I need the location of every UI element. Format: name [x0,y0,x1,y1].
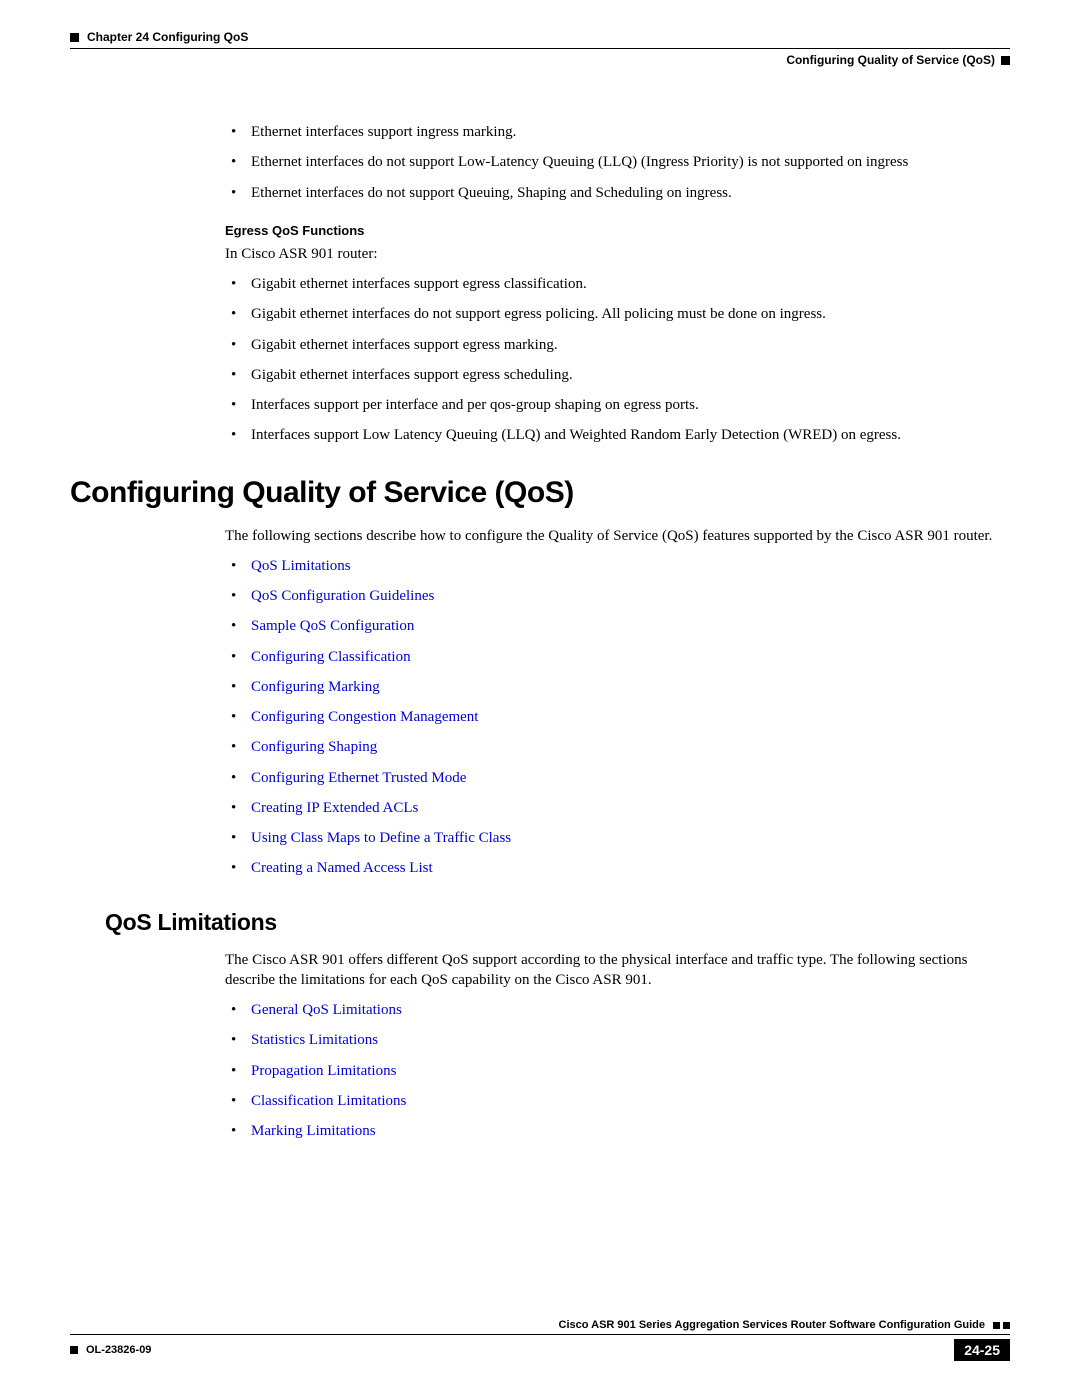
list-item: QoS Limitations [225,556,1000,576]
link-config-marking[interactable]: Configuring Marking [251,679,380,695]
link-class-maps[interactable]: Using Class Maps to Define a Traffic Cla… [251,830,511,846]
list-item: Gigabit ethernet interfaces support egre… [225,335,1000,355]
link-config-shaping[interactable]: Configuring Shaping [251,739,377,755]
list-item: Creating a Named Access List [225,858,1000,878]
list-item: Ethernet interfaces do not support Queui… [225,183,1000,203]
egress-list: Gigabit ethernet interfaces support egre… [225,274,1000,446]
header-marker-right-icon [1001,56,1010,65]
list-item: Configuring Ethernet Trusted Mode [225,768,1000,788]
list-item: Ethernet interfaces support ingress mark… [225,122,1000,142]
footer-left: OL-23826-09 [70,1344,151,1356]
main-heading: Configuring Quality of Service (QoS) [70,476,1010,510]
link-sample-qos-config[interactable]: Sample QoS Configuration [251,618,414,634]
link-statistics-lim[interactable]: Statistics Limitations [251,1032,378,1048]
footer-guide-title: Cisco ASR 901 Series Aggregation Service… [559,1319,985,1331]
link-propagation-lim[interactable]: Propagation Limitations [251,1063,396,1079]
footer-marker-icon [993,1322,1000,1329]
footer-markers [993,1322,1010,1329]
list-item: Sample QoS Configuration [225,616,1000,636]
list-item: Classification Limitations [225,1091,1000,1111]
footer-top: Cisco ASR 901 Series Aggregation Service… [70,1319,1010,1331]
list-item: Gigabit ethernet interfaces do not suppo… [225,304,1000,324]
list-item: Configuring Congestion Management [225,707,1000,727]
footer-bottom: OL-23826-09 24-25 [70,1335,1010,1361]
list-item: General QoS Limitations [225,1000,1000,1020]
limitations-heading: QoS Limitations [70,909,1010,936]
footer-marker-icon [1003,1322,1010,1329]
limitations-section: The Cisco ASR 901 offers different QoS s… [70,950,1010,1142]
list-item: QoS Configuration Guidelines [225,586,1000,606]
list-item: Interfaces support Low Latency Queuing (… [225,425,1000,445]
link-config-congestion[interactable]: Configuring Congestion Management [251,709,478,725]
list-item: Gigabit ethernet interfaces support egre… [225,274,1000,294]
list-item: Configuring Classification [225,647,1000,667]
ingress-list: Ethernet interfaces support ingress mark… [225,122,1000,203]
link-config-classification[interactable]: Configuring Classification [251,649,411,665]
page-header-bottom: Configuring Quality of Service (QoS) [70,49,1010,67]
page-header-top: Chapter 24 Configuring QoS [70,30,1010,44]
link-config-ethernet-trusted[interactable]: Configuring Ethernet Trusted Mode [251,770,466,786]
limitations-intro: The Cisco ASR 901 offers different QoS s… [225,950,1000,991]
list-item: Configuring Shaping [225,737,1000,757]
egress-heading: Egress QoS Functions [225,223,1000,238]
list-item: Marking Limitations [225,1121,1000,1141]
list-item: Configuring Marking [225,677,1000,697]
list-item: Ethernet interfaces do not support Low-L… [225,152,1000,172]
link-marking-lim[interactable]: Marking Limitations [251,1123,376,1139]
link-qos-config-guidelines[interactable]: QoS Configuration Guidelines [251,588,434,604]
list-item: Gigabit ethernet interfaces support egre… [225,365,1000,385]
main-section: The following sections describe how to c… [70,526,1010,879]
page-footer: Cisco ASR 901 Series Aggregation Service… [70,1319,1010,1361]
page-number: 24-25 [954,1339,1010,1361]
main-intro: The following sections describe how to c… [225,526,1000,546]
chapter-label: Chapter 24 Configuring QoS [87,30,248,44]
link-general-qos-lim[interactable]: General QoS Limitations [251,1002,402,1018]
egress-intro: In Cisco ASR 901 router: [225,244,1000,264]
list-item: Statistics Limitations [225,1030,1000,1050]
list-item: Creating IP Extended ACLs [225,798,1000,818]
link-named-access-list[interactable]: Creating a Named Access List [251,860,433,876]
footer-small-marker-icon [70,1346,78,1354]
list-item: Propagation Limitations [225,1061,1000,1081]
main-links-list: QoS Limitations QoS Configuration Guidel… [225,556,1000,879]
limitations-links-list: General QoS Limitations Statistics Limit… [225,1000,1000,1141]
link-classification-lim[interactable]: Classification Limitations [251,1093,406,1109]
section-label-text: Configuring Quality of Service (QoS) [786,53,995,67]
list-item: Using Class Maps to Define a Traffic Cla… [225,828,1000,848]
list-item: Interfaces support per interface and per… [225,395,1000,415]
link-creating-ip-acls[interactable]: Creating IP Extended ACLs [251,800,418,816]
link-qos-limitations[interactable]: QoS Limitations [251,558,351,574]
ingress-section: Ethernet interfaces support ingress mark… [70,122,1010,446]
footer-doc-id: OL-23826-09 [86,1344,151,1356]
header-marker-icon [70,33,79,42]
section-label: Configuring Quality of Service (QoS) [786,53,1010,67]
header-left: Chapter 24 Configuring QoS [70,30,248,44]
